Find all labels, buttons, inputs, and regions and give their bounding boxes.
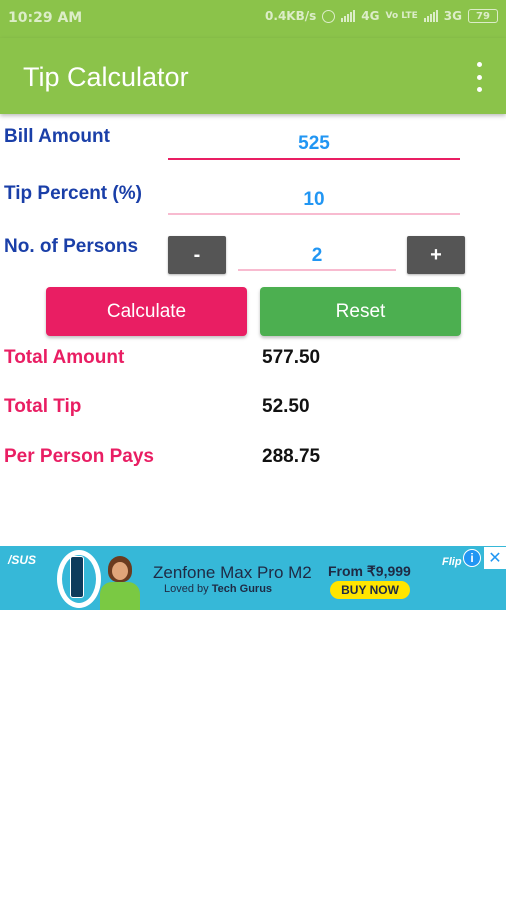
bill-amount-underline xyxy=(168,158,460,160)
volte-icon: Vo LTE xyxy=(385,10,418,21)
ad-product-name: Zenfone Max Pro M2 xyxy=(153,563,312,582)
persons-input[interactable]: 2 xyxy=(238,245,396,267)
persons-label: No. of Persons xyxy=(4,236,139,257)
ad-close-icon[interactable]: ✕ xyxy=(484,547,506,569)
persons-underline xyxy=(238,269,396,271)
app-bar: Tip Calculator xyxy=(0,38,506,114)
ad-phone-image xyxy=(70,556,84,598)
battery-icon: 79 xyxy=(468,9,498,23)
ad-info-icon[interactable]: i xyxy=(463,549,481,567)
alarm-icon xyxy=(322,9,336,23)
bill-amount-input[interactable]: 525 xyxy=(168,133,460,155)
bill-amount-label: Bill Amount xyxy=(4,126,110,147)
ad-price: From ₹9,999 xyxy=(328,563,411,579)
tip-percent-underline xyxy=(168,213,460,215)
total-tip-label: Total Tip xyxy=(4,396,82,417)
ad-buy-now-button[interactable]: BUY NOW xyxy=(330,581,410,599)
status-time: 10:29 AM xyxy=(8,10,83,26)
increment-button[interactable]: + xyxy=(407,236,465,274)
overflow-menu-icon[interactable] xyxy=(474,62,484,92)
decrement-button[interactable]: - xyxy=(168,236,226,274)
total-amount-label: Total Amount xyxy=(4,347,125,368)
signal-icon-2 xyxy=(423,10,438,22)
ad-tagline: Loved by Tech Gurus xyxy=(164,583,273,595)
signal-icon xyxy=(341,10,356,22)
tip-percent-input[interactable]: 10 xyxy=(168,189,460,211)
network-type-2: 3G xyxy=(443,9,462,23)
per-person-label: Per Person Pays xyxy=(4,446,154,467)
reset-button[interactable]: Reset xyxy=(260,287,461,336)
ad-partner-logo: Flip xyxy=(442,556,462,568)
battery-level: 79 xyxy=(476,10,490,22)
tip-percent-label: Tip Percent (%) xyxy=(4,183,142,204)
network-type-1: 4G xyxy=(361,9,380,23)
network-speed: 0.4KB/s xyxy=(265,9,317,23)
per-person-value: 288.75 xyxy=(262,446,321,467)
ad-brand-logo: /SUS xyxy=(8,553,37,567)
app-title: Tip Calculator xyxy=(23,62,189,92)
total-amount-value: 577.50 xyxy=(262,347,321,368)
status-bar: 10:29 AM 0.4KB/s 4G Vo LTE 3G 79 xyxy=(0,0,506,38)
calculate-button[interactable]: Calculate xyxy=(46,287,247,336)
ad-person-image xyxy=(96,556,142,610)
ad-banner[interactable]: /SUS Zenfone Max Pro M2 Loved by Tech Gu… xyxy=(0,546,506,610)
status-icons: 0.4KB/s 4G Vo LTE 3G 79 xyxy=(265,9,498,23)
total-tip-value: 52.50 xyxy=(262,396,310,417)
